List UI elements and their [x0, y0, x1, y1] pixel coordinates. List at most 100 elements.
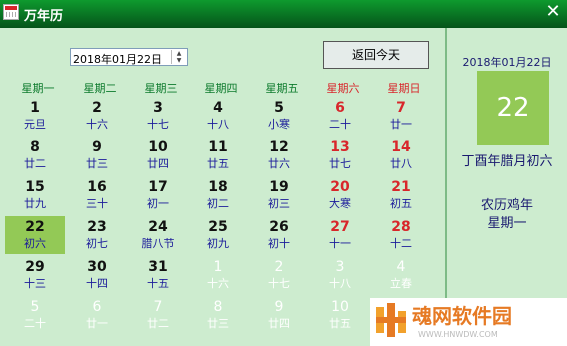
date-picker-input[interactable]: 2018年01月22日 ▲ ▼: [70, 48, 188, 66]
weekday-label: 星期二: [83, 82, 117, 95]
day-cell[interactable]: 16 三十: [67, 176, 127, 214]
lunar-day: 廿四: [147, 157, 169, 170]
side-weekday: 星期一: [487, 216, 527, 231]
day-cell[interactable]: 7 廿二: [128, 296, 188, 334]
lunar-day: 小寒: [268, 118, 290, 131]
lunar-day: 腊八节: [141, 237, 175, 250]
lunar-day: 十八: [207, 118, 229, 131]
lunar-day: 十六: [86, 118, 108, 131]
lunar-day: 廿四: [268, 317, 290, 330]
lunar-day: 廿八: [390, 157, 412, 170]
day-number: 10: [331, 299, 349, 315]
day-number: 1: [213, 259, 223, 275]
date-spinner[interactable]: ▲ ▼: [171, 50, 186, 64]
day-cell[interactable]: 10 廿五: [310, 296, 370, 334]
weekday-label: 星期五: [265, 82, 299, 95]
spin-up-icon[interactable]: ▲: [172, 50, 186, 57]
day-cell[interactable]: 7 廿一: [371, 97, 431, 135]
lunar-day: 十七: [268, 277, 290, 290]
weekday-label: 星期一: [21, 82, 55, 95]
day-cell[interactable]: 31 十五: [128, 256, 188, 294]
day-cell[interactable]: 24 腊八节: [128, 216, 188, 254]
day-cell[interactable]: 10 廿四: [128, 136, 188, 174]
day-cell[interactable]: 5 二十: [5, 296, 65, 334]
day-cell[interactable]: 6 二十: [310, 97, 370, 135]
lunar-day: 廿七: [329, 157, 351, 170]
day-cell[interactable]: 12 廿六: [249, 136, 309, 174]
day-cell[interactable]: 4 十八: [188, 97, 248, 135]
day-cell[interactable]: 28 十二: [371, 216, 431, 254]
day-cell[interactable]: 23 初七: [67, 216, 127, 254]
lunar-day: 十五: [147, 277, 169, 290]
weekday-label: 星期日: [387, 82, 421, 95]
day-number: 23: [87, 219, 107, 235]
day-cell[interactable]: 17 初一: [128, 176, 188, 214]
weekday-label: 星期四: [204, 82, 238, 95]
lunar-day: 初六: [24, 237, 46, 250]
day-cell[interactable]: 27 十一: [310, 216, 370, 254]
spin-down-icon[interactable]: ▼: [172, 57, 186, 64]
day-cell[interactable]: 9 廿四: [249, 296, 309, 334]
lunar-day: 十二: [390, 237, 412, 250]
window-title: 万年历: [24, 9, 64, 24]
lunar-day: 十三: [24, 277, 46, 290]
day-cell[interactable]: 21 初五: [371, 176, 431, 214]
day-cell[interactable]: 25 初九: [188, 216, 248, 254]
day-cell[interactable]: 4 立春: [371, 256, 431, 294]
lunar-date: 丁酉年腊月初六: [461, 154, 553, 169]
day-cell[interactable]: 2 十六: [67, 97, 127, 135]
day-number: 11: [208, 139, 228, 155]
day-cell[interactable]: 18 初二: [188, 176, 248, 214]
lunar-day: 廿三: [207, 317, 229, 330]
day-number: 26: [269, 219, 289, 235]
weekday-label: 星期三: [144, 82, 178, 95]
day-cell[interactable]: 1 元旦: [5, 97, 65, 135]
lunar-day: 廿三: [86, 157, 108, 170]
return-today-button[interactable]: 返回今天: [323, 41, 429, 69]
day-cell[interactable]: 8 廿二: [5, 136, 65, 174]
day-number: 27: [330, 219, 350, 235]
day-cell[interactable]: 20 大寒: [310, 176, 370, 214]
day-number: 6: [92, 299, 102, 315]
day-cell[interactable]: 29 十三: [5, 256, 65, 294]
day-cell[interactable]: 8 廿三: [188, 296, 248, 334]
day-number: 20: [330, 179, 350, 195]
day-number: 5: [274, 100, 284, 116]
day-number: 9: [92, 139, 102, 155]
lunar-day: 廿九: [24, 197, 46, 210]
day-cell[interactable]: 1 十六: [188, 256, 248, 294]
day-cell[interactable]: 2 十七: [249, 256, 309, 294]
day-number: 15: [25, 179, 45, 195]
day-cell[interactable]: 3 十七: [128, 97, 188, 135]
day-cell[interactable]: 15 廿九: [5, 176, 65, 214]
day-number: 22: [25, 219, 45, 235]
day-cell[interactable]: 26 初十: [249, 216, 309, 254]
close-icon[interactable]: ✕: [543, 2, 563, 22]
day-number: 7: [153, 299, 163, 315]
day-cell[interactable]: 30 十四: [67, 256, 127, 294]
day-cell[interactable]: 14 廿八: [371, 136, 431, 174]
day-cell[interactable]: 13 廿七: [310, 136, 370, 174]
day-number: 19: [269, 179, 289, 195]
day-cell-selected[interactable]: 22 初六: [5, 216, 65, 254]
day-number: 3: [335, 259, 345, 275]
day-number: 2: [274, 259, 284, 275]
lunar-day: 初十: [268, 237, 290, 250]
watermark: 魂网软件园 WWW.HNWDW.COM: [370, 298, 567, 346]
date-input-value: 2018年01月22日: [73, 53, 162, 66]
day-cell[interactable]: 3 十八: [310, 256, 370, 294]
day-cell[interactable]: 9 廿三: [67, 136, 127, 174]
day-cell[interactable]: 6 廿一: [67, 296, 127, 334]
day-number: 17: [148, 179, 168, 195]
lunar-day: 廿二: [24, 157, 46, 170]
day-cell[interactable]: 5 小寒: [249, 97, 309, 135]
lunar-day: 初二: [207, 197, 229, 210]
lunar-day: 十四: [86, 277, 108, 290]
day-number: 18: [208, 179, 228, 195]
day-number: 1: [30, 100, 40, 116]
lunar-day: 大寒: [329, 197, 351, 210]
day-cell[interactable]: 19 初三: [249, 176, 309, 214]
lunar-day: 廿一: [390, 118, 412, 131]
day-cell[interactable]: 11 廿五: [188, 136, 248, 174]
watermark-logo-icon: [376, 303, 406, 337]
